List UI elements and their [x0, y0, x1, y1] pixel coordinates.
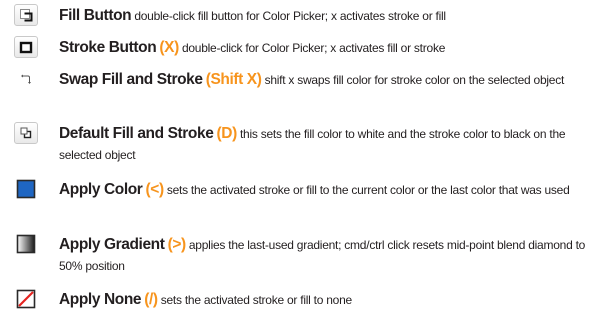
item-title: Default Fill and Stroke: [59, 125, 214, 142]
fill-button-icon: [14, 4, 38, 26]
item-description: shift x swaps fill color for stroke colo…: [264, 73, 565, 87]
item-text: Apply None (/) sets the activated stroke…: [59, 289, 599, 311]
swap-arrows-icon: [14, 68, 38, 90]
item-text: Fill Button double-click fill button for…: [59, 5, 599, 27]
apply-none-icon: [14, 288, 38, 310]
item-title: Apply None: [59, 291, 142, 308]
item-title: Apply Gradient: [59, 236, 165, 253]
item-text: Default Fill and Stroke (D) this sets th…: [59, 123, 599, 166]
item-description: sets the activated stroke or fill to non…: [160, 293, 352, 307]
item-shortcut: (Shift X): [205, 71, 262, 88]
item-text: Stroke Button (X) double-click for Color…: [59, 37, 599, 59]
item-description: double-click fill button for Color Picke…: [134, 9, 446, 23]
stroke-button-icon: [14, 36, 38, 58]
item-title: Fill Button: [59, 7, 132, 24]
item-text: Swap Fill and Stroke (Shift X) shift x s…: [59, 69, 599, 91]
item-title: Swap Fill and Stroke: [59, 71, 203, 88]
apply-color-icon: [14, 178, 38, 200]
item-text: Apply Gradient (>) applies the last-used…: [59, 234, 599, 277]
item-shortcut: (<): [145, 181, 165, 198]
item-text: Apply Color (<) sets the activated strok…: [59, 179, 599, 201]
tool-reference-list: Fill Button double-click fill button for…: [0, 0, 603, 320]
item-shortcut: (>): [167, 236, 187, 253]
apply-gradient-icon: [14, 233, 38, 255]
default-fill-stroke-icon: [14, 122, 38, 144]
item-title: Apply Color: [59, 181, 143, 198]
item-description: double-click for Color Picker; x activat…: [181, 41, 446, 55]
item-title: Stroke Button: [59, 39, 157, 56]
item-shortcut: (D): [216, 125, 238, 142]
item-shortcut: (X): [159, 39, 179, 56]
item-description: sets the activated stroke or fill to the…: [166, 183, 570, 197]
item-shortcut: (/): [144, 291, 158, 308]
